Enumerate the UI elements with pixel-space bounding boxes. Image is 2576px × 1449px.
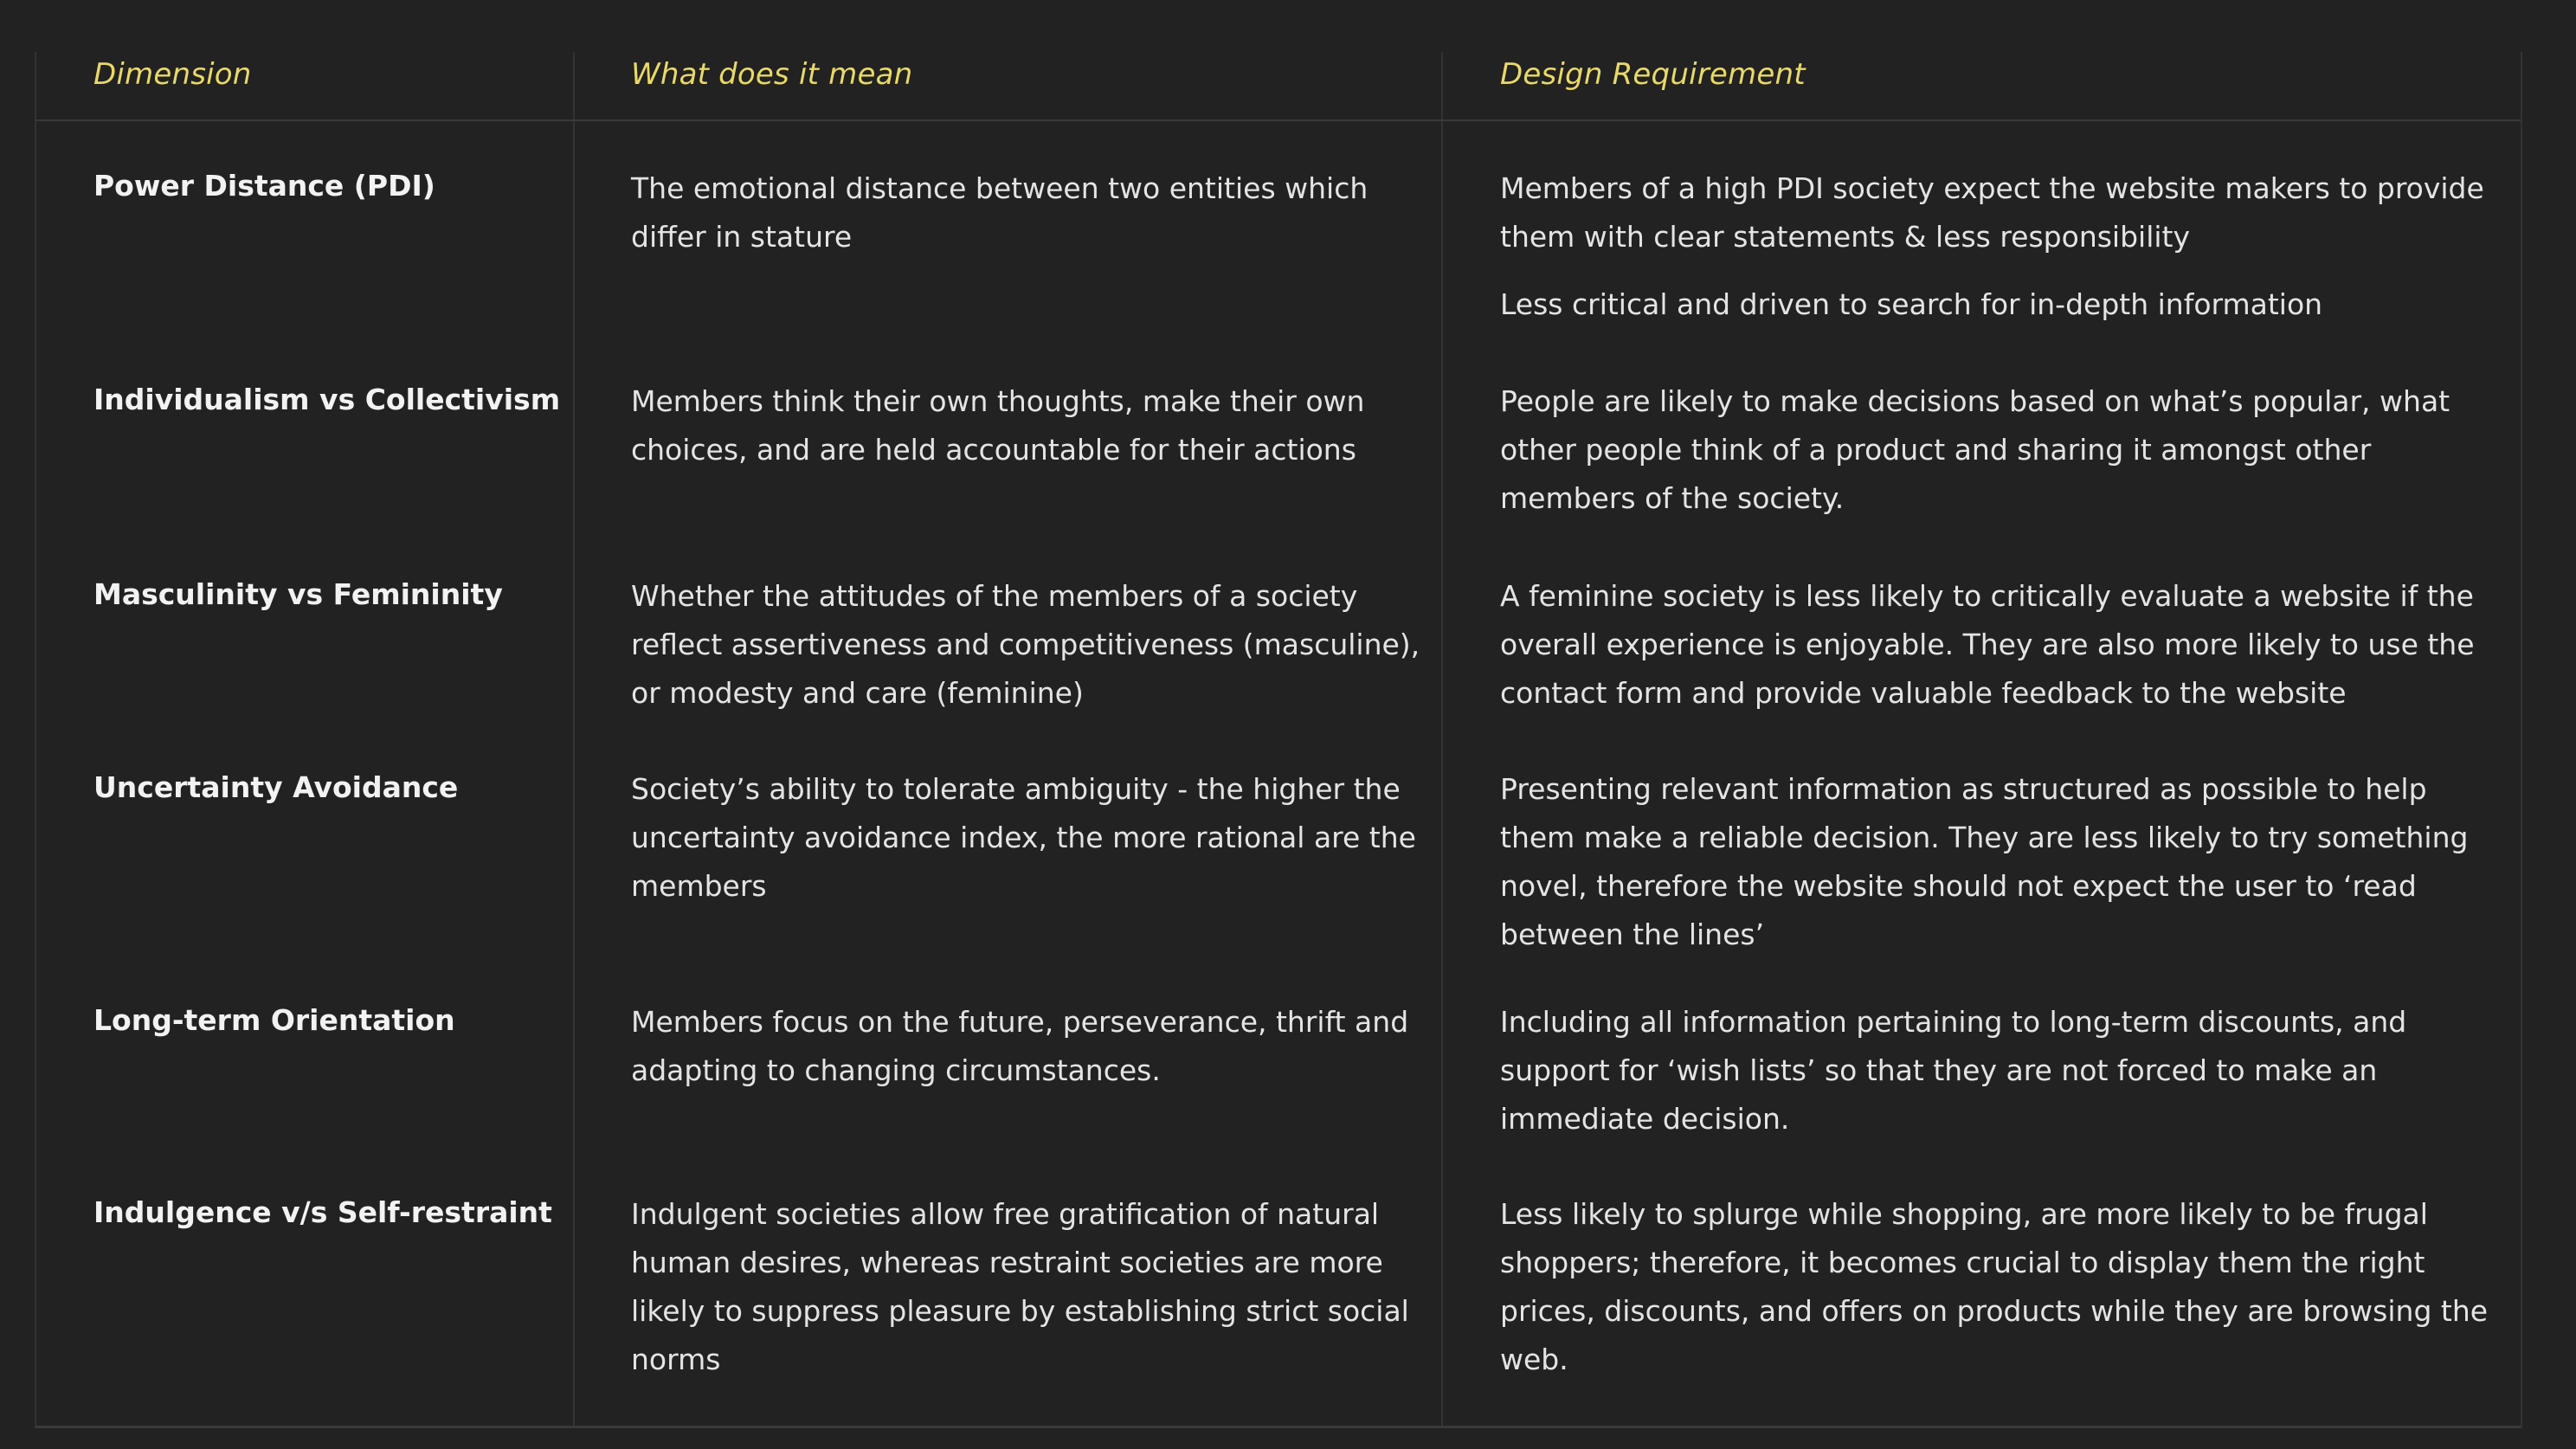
dimension-meaning: Indulgent societies allow free gratifica… bbox=[631, 1197, 1409, 1376]
dimension-name: Uncertainty Avoidance bbox=[93, 770, 459, 804]
dimension-name: Masculinity vs Femininity bbox=[93, 577, 503, 611]
design-requirement-extra: Less critical and driven to search for i… bbox=[1500, 287, 2323, 321]
dimension-name: Indulgence v/s Self-restraint bbox=[93, 1195, 552, 1229]
dimension-meaning: Society’s ability to tolerate ambiguity … bbox=[631, 772, 1416, 903]
design-requirement: A feminine society is less likely to cri… bbox=[1500, 579, 2475, 710]
design-requirement-text: Members of a high PDI society expect the… bbox=[1500, 171, 2484, 254]
dimension-name: Individualism vs Collectivism bbox=[93, 383, 561, 416]
dimension-meaning: Members think their own thoughts, make t… bbox=[631, 384, 1365, 467]
dimension-meaning: Members focus on the future, perseveranc… bbox=[631, 1005, 1409, 1087]
design-requirement: Including all information pertaining to … bbox=[1500, 1005, 2407, 1136]
header-meaning: What does it mean bbox=[631, 57, 913, 92]
design-requirement: Presenting relevant information as struc… bbox=[1500, 772, 2469, 951]
design-requirement: Less likely to splurge while shopping, a… bbox=[1500, 1197, 2489, 1376]
dimension-meaning: The emotional distance between two entit… bbox=[631, 171, 1368, 254]
header-dimension: Dimension bbox=[93, 57, 252, 92]
design-requirement: People are likely to make decisions base… bbox=[1500, 384, 2450, 515]
header-requirement: Design Requirement bbox=[1500, 57, 1806, 92]
header-divider bbox=[36, 119, 2521, 121]
design-requirement: Members of a high PDI society expect the… bbox=[1500, 164, 2496, 329]
dimension-meaning: Whether the attitudes of the members of … bbox=[631, 579, 1420, 710]
dimension-name: Long-term Orientation bbox=[93, 1003, 455, 1037]
dimension-name: Power Distance (PDI) bbox=[93, 169, 435, 203]
cultural-dimensions-table: Dimension What does it mean Design Requi… bbox=[35, 52, 2522, 1428]
